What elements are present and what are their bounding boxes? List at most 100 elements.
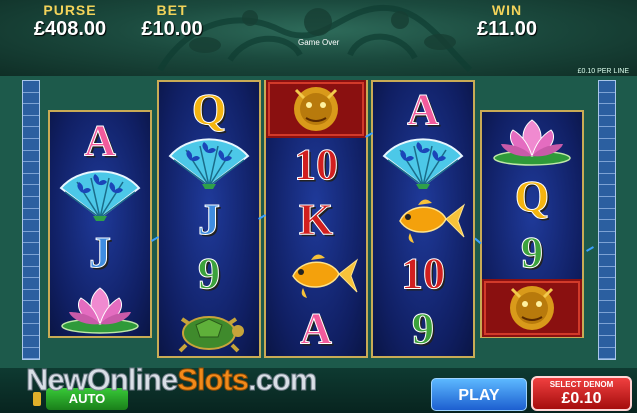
slot-game-screen: PURSE £408.00 BET £10.00 WIN £11.00 Game… [0,0,637,413]
reel-symbol-k: K [266,190,366,248]
play-button[interactable]: PLAY [431,378,527,411]
goldfish-icon [266,245,366,303]
payline-indicator [599,290,615,302]
payline-indicator [23,336,39,348]
symbol-glyph: J [198,194,221,244]
bet-display: BET £10.00 [134,2,210,40]
payline-indicator [23,116,39,128]
payline-indicator [599,220,615,232]
payline-indicator [599,336,615,348]
lotus-flower-icon [50,279,150,337]
dragon-icon [266,80,366,139]
reel-symbol-a: A [373,80,473,138]
reel-3: 10 K A [264,80,368,358]
payline-indicator [23,151,39,163]
reel-5: Q9 [480,110,584,338]
payline-indicator [23,278,39,290]
payline-indicator [599,324,615,337]
dragon-icon [482,279,582,337]
reel-symbol-10: 10 [373,245,473,303]
symbol-glyph: A [300,304,333,354]
payline-indicator [599,255,615,267]
symbol-glyph: 10 [401,249,446,299]
symbol-glyph: 10 [294,139,339,189]
goldfish-icon [373,190,473,248]
payline-indicator [599,301,615,313]
payline-indicator [23,174,39,186]
payline-indicator [599,243,615,255]
turtle-icon [159,300,259,358]
symbol-glyph: A [84,115,117,165]
symbol-glyph: 9 [198,249,221,299]
payline-indicator [599,313,615,325]
bet-value: £10.00 [141,18,203,40]
reel-symbol-a: A [50,111,150,169]
game-status: Game Over [298,38,340,47]
payline-indicator [599,232,615,244]
payline-indicators-right [598,80,616,383]
payline-indicator [23,267,39,279]
payline-indicator [23,255,39,267]
payline-indicator [599,104,615,116]
payline-indicator [599,81,615,93]
watermark-part-online: Online [86,362,178,398]
payline-indicator [23,104,39,116]
symbol-glyph: Q [191,84,227,134]
payline-indicator [23,220,39,232]
butterfly-fan-icon [373,135,473,193]
purse-label: PURSE [43,2,97,18]
purse-display: PURSE £408.00 [30,2,110,40]
reel-symbol-10: 10 [266,135,366,193]
payline-indicator [23,301,39,313]
reel-symbol-j: J [159,190,259,248]
payline-indicator [23,243,39,255]
win-value: £11.00 [476,18,538,40]
reel-symbol-9: 9 [373,300,473,358]
reel-symbol-j: J [50,223,150,281]
symbol-glyph: K [298,194,334,244]
symbol-glyph: Q [514,171,550,221]
bet-label: BET [156,2,188,18]
reel-1: AJ [48,110,152,338]
payline-indicator [23,139,39,151]
payline-marker [586,246,594,252]
reel-symbol-9: 9 [482,223,582,281]
payline-indicator [23,324,39,337]
payline-indicator [23,197,39,209]
payline-indicator [599,139,615,151]
payline-indicator [23,209,39,221]
watermark-part-com: .com [247,362,317,398]
payline-indicator [599,185,615,197]
payline-indicator [599,209,615,221]
payline-indicator [599,267,615,279]
watermark-part-slots: Slots [177,362,250,398]
symbol-glyph: 9 [521,227,544,277]
payline-indicator [599,348,615,360]
payline-indicator [599,162,615,174]
butterfly-fan-icon [50,167,150,225]
payline-indicator [23,81,39,93]
select-denom-button[interactable]: SELECT DENOM £0.10 [531,376,632,411]
payline-indicator [23,232,39,244]
payline-indicator [23,127,39,139]
reel-2: Q J9 [157,80,261,358]
payline-indicators-left [22,80,40,383]
reel-symbol-a: A [266,300,366,358]
lotus-flower-icon [482,111,582,169]
denom-value: £0.10 [561,390,602,407]
payline-indicator [23,290,39,302]
payline-indicator [23,93,39,105]
payline-indicator [599,278,615,290]
payline-indicator [599,127,615,139]
purse-value: £408.00 [33,18,107,40]
symbol-glyph: 9 [412,304,435,354]
payline-indicator [599,93,615,105]
per-line-label: £0.10 PER LINE [577,68,629,75]
payline-indicator [599,174,615,186]
payline-indicator [23,185,39,197]
butterfly-fan-icon [159,135,259,193]
denom-label: SELECT DENOM [549,380,614,389]
reel-symbol-q: Q [482,167,582,225]
symbol-glyph: J [89,227,112,277]
symbol-glyph: A [407,84,440,134]
